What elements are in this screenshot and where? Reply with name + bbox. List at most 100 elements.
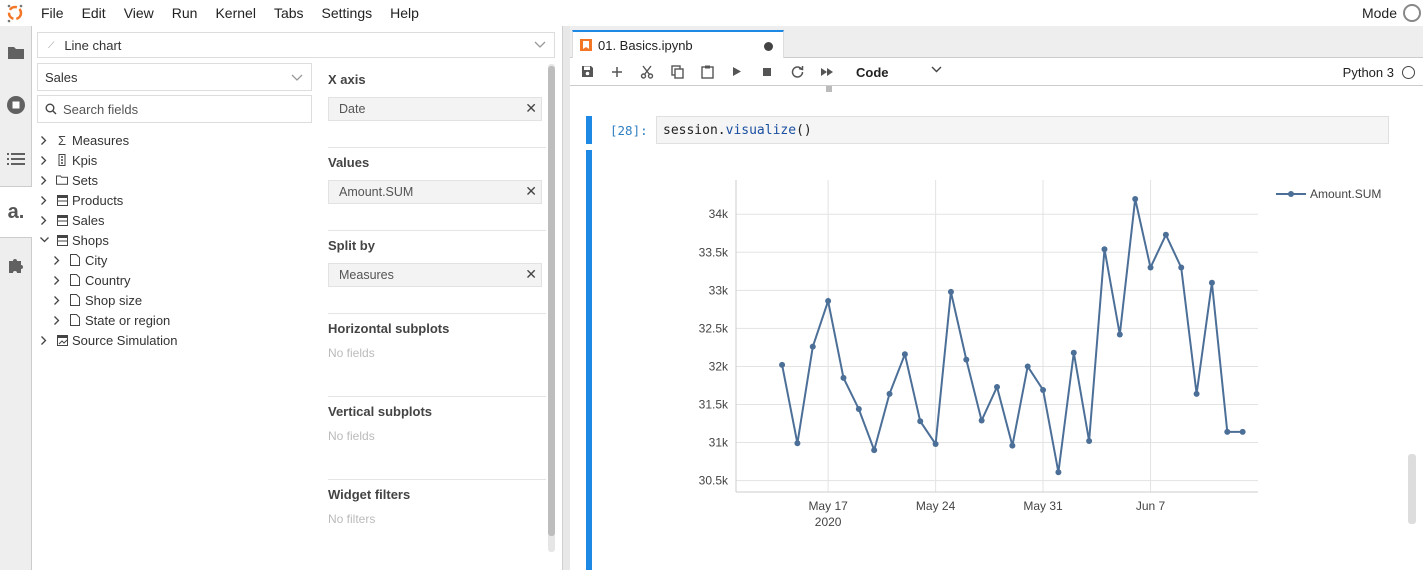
tree-item-shops[interactable]: Shops	[32, 230, 322, 250]
panel-scrollbar-thumb[interactable]	[548, 66, 555, 536]
menu-file[interactable]: File	[32, 0, 73, 26]
running-icon[interactable]	[0, 89, 32, 121]
tree-item-sales[interactable]: Sales	[32, 210, 322, 230]
search-input[interactable]	[63, 101, 303, 117]
tree-item-sets[interactable]: Sets	[32, 170, 322, 190]
horizontal-subplots-empty: No fields	[328, 346, 375, 360]
add-cell-icon[interactable]	[602, 58, 632, 86]
mode-toggle-icon[interactable]	[1403, 4, 1421, 22]
remove-split-by-field-icon[interactable]: ✕	[525, 266, 537, 283]
field-tree: Σ Measures Kpis Sets Products Sales Shops City C…	[32, 130, 322, 350]
menu-tabs[interactable]: Tabs	[265, 0, 313, 26]
chevron-right-icon[interactable]	[37, 135, 51, 145]
y-tick-label: 31.5k	[699, 397, 729, 411]
chevron-right-icon[interactable]	[37, 175, 51, 185]
stop-icon[interactable]	[752, 58, 782, 86]
run-icon[interactable]	[722, 58, 752, 86]
paste-icon[interactable]	[692, 58, 722, 86]
chevron-right-icon[interactable]	[50, 255, 64, 265]
widget-filters-section: Widget filters No filters	[328, 487, 542, 526]
toc-icon[interactable]	[0, 143, 32, 175]
menu-kernel[interactable]: Kernel	[206, 0, 264, 26]
tree-item-label: Shops	[72, 232, 109, 248]
cut-icon[interactable]	[632, 58, 662, 86]
chevron-right-icon[interactable]	[50, 315, 64, 325]
jupyter-logo-icon[interactable]	[0, 0, 30, 26]
data-point	[1009, 442, 1016, 449]
sigma-icon: Σ	[57, 132, 67, 148]
split-by-title: Split by	[328, 238, 375, 253]
copy-icon[interactable]	[662, 58, 692, 86]
menu-view[interactable]: View	[115, 0, 163, 26]
y-tick-label: 31k	[709, 436, 729, 450]
code-args: ()	[796, 122, 812, 138]
section-divider	[328, 147, 546, 148]
cell-type-select[interactable]: Code	[856, 62, 942, 82]
panel-scrollbar[interactable]	[548, 64, 555, 552]
section-divider	[328, 479, 546, 480]
x-axis-field-chip[interactable]: Date ✕	[328, 97, 542, 121]
data-point	[1193, 390, 1200, 397]
restart-icon[interactable]	[782, 58, 812, 86]
values-field-chip[interactable]: Amount.SUM ✕	[328, 180, 542, 204]
tree-item-shop-size[interactable]: Shop size	[32, 290, 322, 310]
folder-icon[interactable]	[0, 36, 32, 68]
section-divider	[328, 396, 546, 397]
tab-notebook[interactable]: 01. Basics.ipynb	[572, 30, 784, 58]
search-field[interactable]	[37, 95, 312, 123]
tree-item-label: City	[85, 252, 108, 268]
split-by-field-chip[interactable]: Measures ✕	[328, 263, 542, 287]
code-editor[interactable]: session. visualize()	[656, 116, 1389, 144]
tree-item-label: State or region	[85, 312, 171, 328]
atoti-icon[interactable]: a.	[0, 196, 32, 228]
previous-output-scrollbar[interactable]	[826, 86, 832, 92]
legend-label: Amount.SUM	[1310, 187, 1381, 201]
unsaved-dot-icon[interactable]	[764, 42, 773, 51]
tree-item-label: Kpis	[72, 152, 98, 168]
chevron-right-icon[interactable]	[37, 155, 51, 165]
cell-prompt: [28]:	[610, 123, 648, 138]
table-icon	[55, 194, 69, 206]
legend-swatch-marker	[1288, 191, 1294, 197]
notebook-scrollbar[interactable]	[1408, 454, 1416, 524]
chevron-right-icon[interactable]	[50, 295, 64, 305]
remove-values-field-icon[interactable]: ✕	[525, 183, 537, 200]
extensions-icon[interactable]	[0, 249, 32, 281]
x-tick-label: May 24	[916, 499, 956, 513]
widget-type-select[interactable]: ⟋ Line chart	[37, 32, 555, 58]
chevron-right-icon[interactable]	[37, 215, 51, 225]
tree-item-source-simulation[interactable]: Source Simulation	[32, 330, 322, 350]
tree-item-measures[interactable]: Σ Measures	[32, 130, 322, 150]
x-tick-sublabel: 2020	[815, 515, 842, 529]
tree-item-country[interactable]: Country	[32, 270, 322, 290]
remove-x-axis-field-icon[interactable]: ✕	[525, 100, 537, 117]
kernel-indicator[interactable]: Python 3	[1343, 58, 1415, 86]
cell-collapser[interactable]	[586, 116, 592, 144]
mode-switch[interactable]: Mode	[1362, 0, 1423, 26]
menu-settings[interactable]: Settings	[313, 0, 382, 26]
notebook-toolbar: Code Python 3	[570, 58, 1423, 86]
tree-item-kpis[interactable]: Kpis	[32, 150, 322, 170]
output-collapser[interactable]	[586, 150, 592, 570]
tree-item-products[interactable]: Products	[32, 190, 322, 210]
menu-run[interactable]: Run	[163, 0, 207, 26]
cube-select[interactable]: Sales	[37, 63, 312, 91]
split-by-field-label: Measures	[339, 268, 394, 282]
section-divider	[328, 313, 546, 314]
data-point	[994, 383, 1000, 390]
fast-forward-icon[interactable]	[812, 58, 842, 86]
simulation-icon	[55, 334, 69, 346]
chevron-down-icon[interactable]	[37, 237, 51, 243]
chevron-right-icon[interactable]	[50, 275, 64, 285]
tree-item-city[interactable]: City	[32, 250, 322, 270]
panel-splitter[interactable]	[562, 26, 570, 570]
tree-item-state-or-region[interactable]: State or region	[32, 310, 322, 330]
chevron-down-icon	[291, 74, 303, 81]
data-point	[794, 440, 801, 447]
chevron-right-icon[interactable]	[37, 195, 51, 205]
chevron-right-icon[interactable]	[37, 335, 51, 345]
data-point	[901, 351, 908, 358]
menu-edit[interactable]: Edit	[73, 0, 115, 26]
save-icon[interactable]	[572, 58, 602, 86]
menu-help[interactable]: Help	[381, 0, 428, 26]
